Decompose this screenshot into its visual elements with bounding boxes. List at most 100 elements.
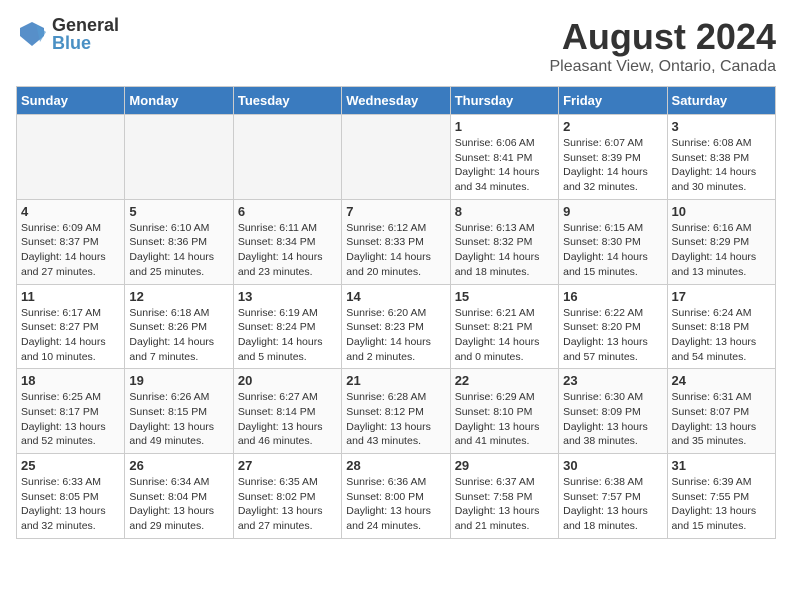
calendar-cell: 9 Sunrise: 6:15 AM Sunset: 8:30 PM Daylig…	[559, 199, 667, 284]
calendar-week-row: 4 Sunrise: 6:09 AM Sunset: 8:37 PM Daylig…	[17, 199, 776, 284]
calendar-cell	[233, 115, 341, 200]
day-number: 11	[21, 289, 120, 304]
day-header: Tuesday	[233, 87, 341, 115]
day-info: Sunrise: 6:28 AM Sunset: 8:12 PM Dayligh…	[346, 390, 445, 449]
day-number: 7	[346, 204, 445, 219]
day-info: Sunrise: 6:09 AM Sunset: 8:37 PM Dayligh…	[21, 221, 120, 280]
day-number: 24	[672, 373, 771, 388]
calendar-week-row: 11 Sunrise: 6:17 AM Sunset: 8:27 PM Dayli…	[17, 284, 776, 369]
day-info: Sunrise: 6:20 AM Sunset: 8:23 PM Dayligh…	[346, 306, 445, 365]
day-info: Sunrise: 6:11 AM Sunset: 8:34 PM Dayligh…	[238, 221, 337, 280]
day-number: 12	[129, 289, 228, 304]
day-number: 4	[21, 204, 120, 219]
calendar-cell	[342, 115, 450, 200]
calendar-cell: 6 Sunrise: 6:11 AM Sunset: 8:34 PM Daylig…	[233, 199, 341, 284]
sub-title: Pleasant View, Ontario, Canada	[549, 58, 776, 76]
calendar-cell: 25 Sunrise: 6:33 AM Sunset: 8:05 PM Dayli…	[17, 454, 125, 539]
day-number: 13	[238, 289, 337, 304]
day-info: Sunrise: 6:12 AM Sunset: 8:33 PM Dayligh…	[346, 221, 445, 280]
day-header: Monday	[125, 87, 233, 115]
day-number: 26	[129, 458, 228, 473]
day-info: Sunrise: 6:18 AM Sunset: 8:26 PM Dayligh…	[129, 306, 228, 365]
day-number: 25	[21, 458, 120, 473]
calendar-cell: 13 Sunrise: 6:19 AM Sunset: 8:24 PM Dayli…	[233, 284, 341, 369]
logo-line1: General	[52, 16, 119, 34]
calendar-cell: 19 Sunrise: 6:26 AM Sunset: 8:15 PM Dayli…	[125, 369, 233, 454]
day-number: 2	[563, 119, 662, 134]
day-number: 28	[346, 458, 445, 473]
day-info: Sunrise: 6:39 AM Sunset: 7:55 PM Dayligh…	[672, 475, 771, 534]
calendar-cell: 3Sunrise: 6:08 AM Sunset: 8:38 PM Daylig…	[667, 115, 775, 200]
day-info: Sunrise: 6:17 AM Sunset: 8:27 PM Dayligh…	[21, 306, 120, 365]
day-info: Sunrise: 6:36 AM Sunset: 8:00 PM Dayligh…	[346, 475, 445, 534]
day-info: Sunrise: 6:21 AM Sunset: 8:21 PM Dayligh…	[455, 306, 554, 365]
calendar-week-row: 25 Sunrise: 6:33 AM Sunset: 8:05 PM Dayli…	[17, 454, 776, 539]
day-number: 10	[672, 204, 771, 219]
header: General Blue August 2024 Pleasant View, …	[16, 16, 776, 76]
day-number: 16	[563, 289, 662, 304]
day-info: Sunrise: 6:25 AM Sunset: 8:17 PM Dayligh…	[21, 390, 120, 449]
day-number: 20	[238, 373, 337, 388]
calendar-cell: 28 Sunrise: 6:36 AM Sunset: 8:00 PM Dayli…	[342, 454, 450, 539]
day-number: 23	[563, 373, 662, 388]
day-header: Saturday	[667, 87, 775, 115]
day-number: 18	[21, 373, 120, 388]
calendar-cell: 10 Sunrise: 6:16 AM Sunset: 8:29 PM Dayli…	[667, 199, 775, 284]
day-info: Sunrise: 6:08 AM Sunset: 8:38 PM Dayligh…	[672, 136, 771, 195]
logo-text: General Blue	[52, 16, 119, 52]
calendar-cell: 5 Sunrise: 6:10 AM Sunset: 8:36 PM Daylig…	[125, 199, 233, 284]
calendar-cell: 15 Sunrise: 6:21 AM Sunset: 8:21 PM Dayli…	[450, 284, 558, 369]
calendar-cell: 12 Sunrise: 6:18 AM Sunset: 8:26 PM Dayli…	[125, 284, 233, 369]
day-info: Sunrise: 6:38 AM Sunset: 7:57 PM Dayligh…	[563, 475, 662, 534]
day-info: Sunrise: 6:19 AM Sunset: 8:24 PM Dayligh…	[238, 306, 337, 365]
calendar-cell: 14 Sunrise: 6:20 AM Sunset: 8:23 PM Dayli…	[342, 284, 450, 369]
day-number: 31	[672, 458, 771, 473]
calendar-week-row: 1Sunrise: 6:06 AM Sunset: 8:41 PM Daylig…	[17, 115, 776, 200]
day-number: 8	[455, 204, 554, 219]
day-header: Sunday	[17, 87, 125, 115]
day-info: Sunrise: 6:13 AM Sunset: 8:32 PM Dayligh…	[455, 221, 554, 280]
day-number: 6	[238, 204, 337, 219]
calendar-cell: 1Sunrise: 6:06 AM Sunset: 8:41 PM Daylig…	[450, 115, 558, 200]
calendar-cell: 20 Sunrise: 6:27 AM Sunset: 8:14 PM Dayli…	[233, 369, 341, 454]
day-number: 22	[455, 373, 554, 388]
calendar-cell: 17Sunrise: 6:24 AM Sunset: 8:18 PM Dayli…	[667, 284, 775, 369]
day-number: 29	[455, 458, 554, 473]
calendar-cell: 18 Sunrise: 6:25 AM Sunset: 8:17 PM Dayli…	[17, 369, 125, 454]
day-info: Sunrise: 6:15 AM Sunset: 8:30 PM Dayligh…	[563, 221, 662, 280]
day-number: 15	[455, 289, 554, 304]
calendar-cell: 2Sunrise: 6:07 AM Sunset: 8:39 PM Daylig…	[559, 115, 667, 200]
day-number: 9	[563, 204, 662, 219]
calendar-cell: 29Sunrise: 6:37 AM Sunset: 7:58 PM Dayli…	[450, 454, 558, 539]
calendar-cell: 24 Sunrise: 6:31 AM Sunset: 8:07 PM Dayli…	[667, 369, 775, 454]
calendar-cell: 30 Sunrise: 6:38 AM Sunset: 7:57 PM Dayli…	[559, 454, 667, 539]
day-info: Sunrise: 6:26 AM Sunset: 8:15 PM Dayligh…	[129, 390, 228, 449]
calendar-body: 1Sunrise: 6:06 AM Sunset: 8:41 PM Daylig…	[17, 115, 776, 539]
day-info: Sunrise: 6:31 AM Sunset: 8:07 PM Dayligh…	[672, 390, 771, 449]
day-number: 21	[346, 373, 445, 388]
calendar-week-row: 18 Sunrise: 6:25 AM Sunset: 8:17 PM Dayli…	[17, 369, 776, 454]
calendar-cell: 23 Sunrise: 6:30 AM Sunset: 8:09 PM Dayli…	[559, 369, 667, 454]
day-info: Sunrise: 6:34 AM Sunset: 8:04 PM Dayligh…	[129, 475, 228, 534]
calendar-cell: 27Sunrise: 6:35 AM Sunset: 8:02 PM Dayli…	[233, 454, 341, 539]
day-number: 19	[129, 373, 228, 388]
day-info: Sunrise: 6:35 AM Sunset: 8:02 PM Dayligh…	[238, 475, 337, 534]
calendar-cell: 16 Sunrise: 6:22 AM Sunset: 8:20 PM Dayli…	[559, 284, 667, 369]
logo-icon	[16, 18, 48, 50]
day-info: Sunrise: 6:22 AM Sunset: 8:20 PM Dayligh…	[563, 306, 662, 365]
calendar-cell: 8 Sunrise: 6:13 AM Sunset: 8:32 PM Daylig…	[450, 199, 558, 284]
logo-line2: Blue	[52, 34, 119, 52]
day-info: Sunrise: 6:30 AM Sunset: 8:09 PM Dayligh…	[563, 390, 662, 449]
day-info: Sunrise: 6:27 AM Sunset: 8:14 PM Dayligh…	[238, 390, 337, 449]
title-area: August 2024 Pleasant View, Ontario, Cana…	[549, 16, 776, 76]
calendar-cell	[125, 115, 233, 200]
day-number: 14	[346, 289, 445, 304]
calendar-cell	[17, 115, 125, 200]
day-number: 30	[563, 458, 662, 473]
day-info: Sunrise: 6:10 AM Sunset: 8:36 PM Dayligh…	[129, 221, 228, 280]
day-info: Sunrise: 6:29 AM Sunset: 8:10 PM Dayligh…	[455, 390, 554, 449]
day-info: Sunrise: 6:16 AM Sunset: 8:29 PM Dayligh…	[672, 221, 771, 280]
day-info: Sunrise: 6:33 AM Sunset: 8:05 PM Dayligh…	[21, 475, 120, 534]
day-number: 5	[129, 204, 228, 219]
calendar-cell: 31 Sunrise: 6:39 AM Sunset: 7:55 PM Dayli…	[667, 454, 775, 539]
